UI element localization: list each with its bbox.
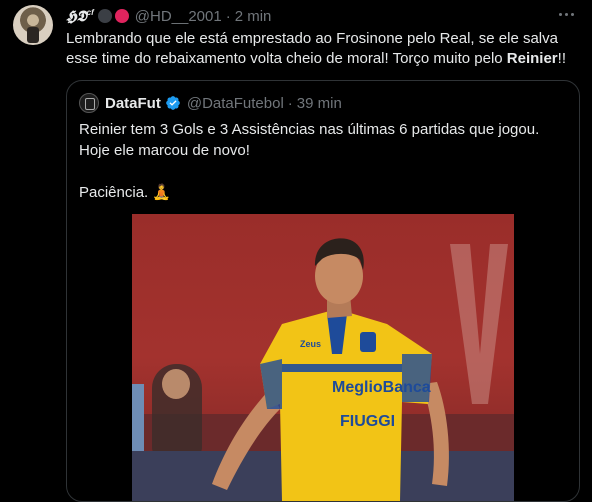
more-options-icon[interactable] — [556, 7, 576, 21]
quote-text: Reinier tem 3 Gols e 3 Assistências nas … — [79, 119, 569, 203]
player-illustration: MeglioBanca Zeus FIUGGI — [212, 238, 449, 501]
quote-avatar — [79, 93, 99, 113]
affiliate-badge-icon — [114, 9, 129, 23]
verified-badge-icon — [166, 96, 180, 110]
quote-author-handle: @DataFutebol — [186, 94, 284, 112]
tweet-text: Lembrando que ele está emprestado ao Fro… — [66, 30, 566, 67]
affiliate-badge-icon — [97, 9, 112, 23]
author-name[interactable]: 𝕳𝕯cf — [66, 8, 94, 25]
author-handle[interactable]: @HD__2001 — [135, 8, 222, 25]
quote-time: 39 min — [296, 94, 342, 112]
quote-line: Hoje ele marcou de novo! — [79, 142, 250, 159]
separator: · — [225, 7, 231, 25]
mention-bold: Reinier — [506, 50, 558, 67]
jersey-sponsor-text: MeglioBanca — [332, 379, 431, 396]
quoted-tweet[interactable]: DataFut @DataFutebol · 39 min Reinier te… — [66, 80, 580, 502]
quote-line: Reinier tem 3 Gols e 3 Assistências nas … — [79, 121, 540, 138]
tweet-header: 𝕳𝕯cf @HD__2001 · 2 min — [66, 6, 271, 26]
jersey-back-text: FIUGGI — [340, 413, 395, 430]
quote-photo[interactable]: MeglioBanca Zeus FIUGGI — [132, 214, 514, 501]
separator: · — [287, 94, 293, 112]
tweet-time[interactable]: 2 min — [235, 8, 272, 25]
quote-header: DataFut @DataFutebol · 39 min — [79, 93, 342, 113]
jersey-brand-text: Zeus — [300, 339, 321, 349]
quote-line: Paciência. 🧘 — [79, 184, 172, 201]
author-avatar[interactable] — [13, 5, 53, 45]
quote-author-name: DataFut — [105, 94, 161, 112]
